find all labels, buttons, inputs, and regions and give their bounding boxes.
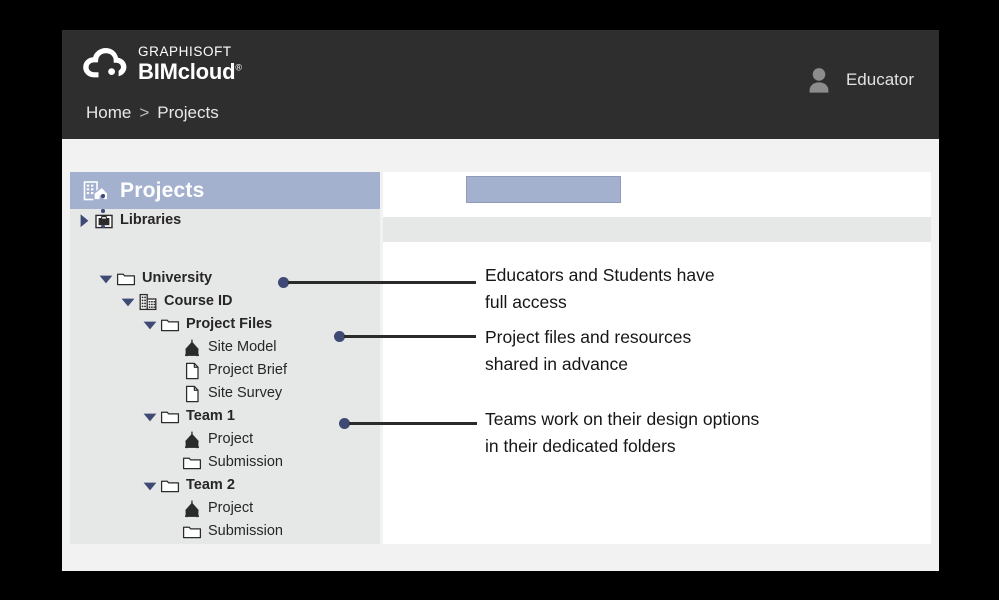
- sidebar-header: Projects: [70, 172, 380, 209]
- chevron-down-icon[interactable]: [118, 292, 138, 312]
- tree-item-label: Team 1: [186, 408, 235, 425]
- callout-line-course-id: [288, 281, 476, 284]
- tree-item-label: Project: [208, 500, 254, 517]
- chevron-down-icon[interactable]: [140, 315, 160, 335]
- tree-item-libraries[interactable]: Libraries: [70, 209, 380, 232]
- brand-bimcloud: BIMcloud®: [138, 58, 242, 84]
- project-tree[interactable]: Libraries University Course ID Project File…: [70, 209, 380, 543]
- tree-item-course-id[interactable]: Course ID: [70, 290, 380, 313]
- tree-item-team-1[interactable]: Team 1: [70, 405, 380, 428]
- tree-item-project[interactable]: Project: [70, 497, 380, 520]
- folder-icon: [182, 453, 202, 473]
- chevron-down-icon[interactable]: [140, 476, 160, 496]
- brand-logo[interactable]: GRAPHISOFT BIMcloud®: [76, 44, 242, 84]
- tree-item-label: Course ID: [164, 293, 233, 310]
- tree-item-label: Project Brief: [208, 362, 287, 379]
- tree-item-label: Site Model: [208, 339, 277, 356]
- breadcrumb-item-home[interactable]: Home: [86, 103, 131, 123]
- tree-item-label: Project: [208, 431, 254, 448]
- tree-item-team-2[interactable]: Team 2: [70, 474, 380, 497]
- tree-item-label: Site Survey: [208, 385, 283, 402]
- tree-item-submission[interactable]: Submission: [70, 451, 380, 474]
- tree-item-label: Submission: [208, 523, 283, 540]
- twisty-placeholder: [162, 430, 182, 450]
- chevron-down-icon[interactable]: [96, 269, 116, 289]
- tree-gap: [70, 232, 380, 267]
- breadcrumb-item-projects[interactable]: Projects: [157, 103, 218, 123]
- tree-item-label: Submission: [208, 454, 283, 471]
- twisty-placeholder: [162, 499, 182, 519]
- tree-item-label: University: [142, 270, 213, 287]
- folder-icon: [116, 269, 136, 289]
- user-name-label: Educator: [845, 70, 914, 89]
- folder-icon: [160, 407, 180, 427]
- sidebar-title: Projects: [120, 178, 205, 202]
- building-icon: [138, 292, 158, 312]
- twisty-placeholder: [162, 453, 182, 473]
- callout-text-site-model: Project files and resources shared in ad…: [485, 327, 692, 375]
- callout-text-team-project: Teams work on their design options in th…: [485, 409, 760, 457]
- content-toolbar[interactable]: [383, 217, 931, 242]
- breadcrumb-separator: >: [139, 103, 150, 122]
- document-icon: [182, 384, 202, 404]
- twisty-placeholder: [162, 338, 182, 358]
- callout-text-course-id: Educators and Students have full access: [485, 265, 715, 313]
- tree-item-site-model[interactable]: Site Model: [70, 336, 380, 359]
- chevron-down-icon[interactable]: [140, 407, 160, 427]
- cloud-icon: [76, 44, 128, 84]
- tree-item-submission[interactable]: Submission: [70, 520, 380, 543]
- twisty-placeholder: [162, 361, 182, 381]
- tree-item-label: Project Files: [186, 316, 273, 333]
- tree-item-label: Team 2: [186, 477, 235, 494]
- folder-icon: [160, 315, 180, 335]
- chevron-right-icon[interactable]: [74, 211, 94, 231]
- model-house-icon: [182, 499, 202, 519]
- breadcrumb: Home > Projects: [86, 103, 219, 123]
- brand-bimcloud-word: BIMcloud: [138, 58, 236, 84]
- app-header: GRAPHISOFT BIMcloud® Home > Projects Edu…: [62, 30, 939, 139]
- callout-line-team-project: [349, 422, 477, 425]
- projects-sidebar: Projects Libraries University Course ID Pro…: [70, 172, 380, 544]
- tree-item-project-brief[interactable]: Project Brief: [70, 359, 380, 382]
- content-tab[interactable]: [466, 176, 621, 203]
- model-house-icon: [182, 338, 202, 358]
- twisty-placeholder: [162, 384, 182, 404]
- vertical-ellipsis-icon: [96, 194, 110, 228]
- registered-mark: ®: [235, 62, 242, 73]
- tree-item-project[interactable]: Project: [70, 428, 380, 451]
- model-house-icon: [182, 430, 202, 450]
- tree-item-university[interactable]: University: [70, 267, 380, 290]
- brand-graphisoft: GRAPHISOFT: [138, 44, 232, 60]
- document-icon: [182, 361, 202, 381]
- callout-line-site-model: [344, 335, 476, 338]
- twisty-placeholder: [162, 522, 182, 542]
- tree-item-label: Libraries: [120, 212, 182, 229]
- tree-item-project-files[interactable]: Project Files: [70, 313, 380, 336]
- folder-icon: [182, 522, 202, 542]
- user-menu[interactable]: Educator: [806, 66, 914, 94]
- tree-item-site-survey[interactable]: Site Survey: [70, 382, 380, 405]
- folder-icon: [160, 476, 180, 496]
- user-avatar-icon: [806, 66, 832, 94]
